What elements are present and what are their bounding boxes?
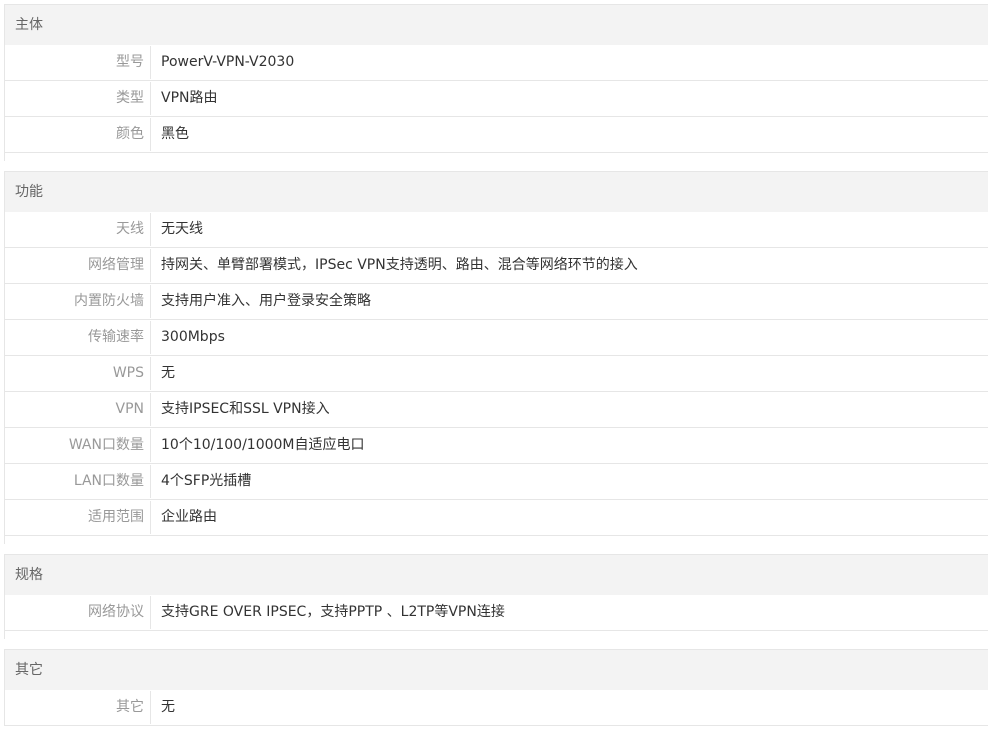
spec-label: 天线: [5, 213, 151, 246]
spec-value: 企业路由: [161, 509, 217, 525]
spec-value: 支持用户准入、用户登录安全策略: [161, 293, 371, 309]
spec-label: WPS: [5, 357, 151, 390]
spec-label: 网络管理: [5, 249, 151, 282]
spec-label: 其它: [5, 691, 151, 724]
spec-row-wps: WPS 无: [5, 356, 988, 392]
spec-label: 网络协议: [5, 596, 151, 629]
spec-value: 黑色: [161, 126, 189, 142]
spec-row-scope: 适用范围 企业路由: [5, 500, 988, 536]
group-header: 主体: [5, 5, 988, 45]
spec-row-lan-ports: LAN口数量 4个SFP光插槽: [5, 464, 988, 500]
spec-label: LAN口数量: [5, 465, 151, 498]
spec-row-vpn: VPN 支持IPSEC和SSL VPN接入: [5, 392, 988, 428]
spec-row-firewall: 内置防火墙 支持用户准入、用户登录安全策略: [5, 284, 988, 320]
spec-label: 型号: [5, 46, 151, 79]
spec-group-main: 主体 型号 PowerV-VPN-V2030 类型 VPN路由 颜色 黑色: [4, 4, 988, 161]
spec-group-spec: 规格 网络协议 支持GRE OVER IPSEC，支持PPTP 、L2TP等VP…: [4, 554, 988, 639]
group-header: 功能: [5, 172, 988, 212]
spec-value: 4个SFP光插槽: [161, 473, 252, 489]
spec-row-model: 型号 PowerV-VPN-V2030: [5, 45, 988, 81]
spec-value: 支持IPSEC和SSL VPN接入: [161, 401, 330, 417]
spec-row-wan-ports: WAN口数量 10个10/100/1000M自适应电口: [5, 428, 988, 464]
spec-label: 适用范围: [5, 501, 151, 534]
spec-value: 持网关、单臂部署模式，IPSec VPN支持透明、路由、混合等网络环节的接入: [161, 257, 638, 273]
group-header: 其它: [5, 650, 988, 690]
spec-label: 颜色: [5, 118, 151, 151]
spec-value: 支持GRE OVER IPSEC，支持PPTP 、L2TP等VPN连接: [161, 604, 505, 620]
spec-row-other: 其它 无: [5, 690, 988, 726]
spec-value: 无: [161, 699, 175, 715]
spec-row-network-management: 网络管理 持网关、单臂部署模式，IPSec VPN支持透明、路由、混合等网络环节…: [5, 248, 988, 284]
spec-label: 类型: [5, 82, 151, 115]
spec-label: 内置防火墙: [5, 285, 151, 318]
spec-group-other: 其它 其它 无: [4, 649, 988, 726]
group-header: 规格: [5, 555, 988, 595]
spec-row-protocol: 网络协议 支持GRE OVER IPSEC，支持PPTP 、L2TP等VPN连接: [5, 595, 988, 631]
spec-table: 主体 型号 PowerV-VPN-V2030 类型 VPN路由 颜色 黑色 功能…: [0, 0, 993, 738]
spec-label: WAN口数量: [5, 429, 151, 462]
spec-value: 10个10/100/1000M自适应电口: [161, 437, 365, 453]
spec-label: 传输速率: [5, 321, 151, 354]
spec-value: 无: [161, 365, 175, 381]
spec-value: VPN路由: [161, 90, 218, 106]
spec-row-speed: 传输速率 300Mbps: [5, 320, 988, 356]
spec-value: PowerV-VPN-V2030: [161, 54, 295, 70]
spec-label: VPN: [5, 393, 151, 426]
spec-row-color: 颜色 黑色: [5, 117, 988, 153]
spec-row-antenna: 天线 无天线: [5, 212, 988, 248]
spec-value: 无天线: [161, 221, 203, 237]
spec-value: 300Mbps: [161, 329, 225, 345]
spec-row-type: 类型 VPN路由: [5, 81, 988, 117]
spec-group-function: 功能 天线 无天线 网络管理 持网关、单臂部署模式，IPSec VPN支持透明、…: [4, 171, 988, 544]
